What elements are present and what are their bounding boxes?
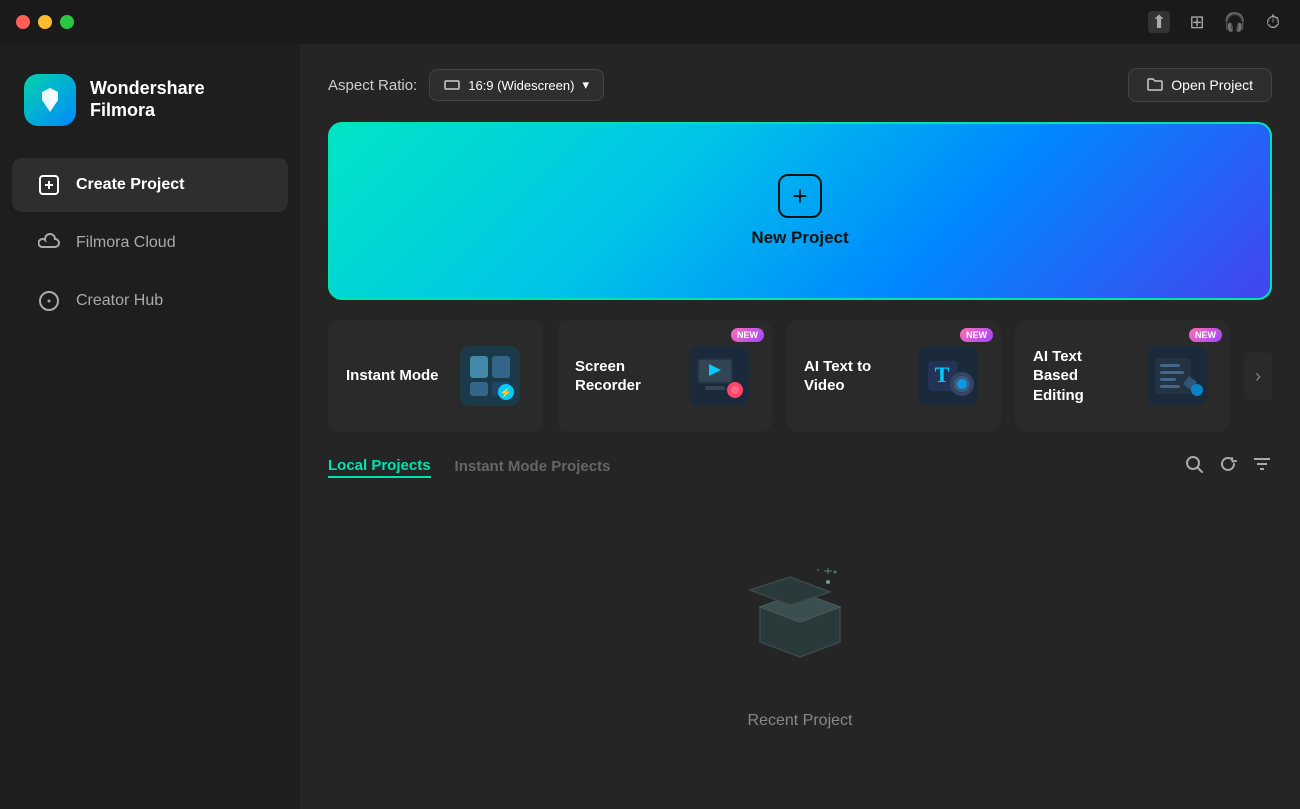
- sidebar-item-label-cloud: Filmora Cloud: [76, 234, 176, 252]
- settings-icon[interactable]: ⏱: [1262, 11, 1284, 33]
- main-layout: Wondershare Filmora Create Project Filmo…: [0, 44, 1300, 809]
- folder-icon: [1147, 77, 1163, 93]
- app-name-line1: Wondershare: [90, 78, 205, 100]
- feature-card-ai-text-to-video[interactable]: AI Text to Video T NEW: [786, 320, 1001, 432]
- main-content: Aspect Ratio: 16:9 (Widescreen) ▾ Open P…: [300, 44, 1300, 809]
- aspect-ratio-value: 16:9 (Widescreen): [468, 78, 574, 93]
- headphones-icon[interactable]: 🎧: [1224, 11, 1246, 33]
- compass-icon: [36, 288, 62, 314]
- empty-state-label: Recent Project: [748, 712, 853, 730]
- open-project-button[interactable]: Open Project: [1128, 68, 1272, 102]
- cloud-icon: [36, 230, 62, 256]
- empty-state: Recent Project: [328, 496, 1272, 785]
- tab-instant-mode-projects[interactable]: Instant Mode Projects: [455, 458, 611, 477]
- feature-card-ai-text-based-editing[interactable]: AI Text Based Editing NEW: [1015, 320, 1230, 432]
- ai-text-based-editing-icon: [1142, 341, 1212, 411]
- search-icon[interactable]: [1184, 454, 1204, 480]
- instant-mode-icon: ⚡: [455, 341, 525, 411]
- aspect-ratio-select[interactable]: 16:9 (Widescreen) ▾: [429, 69, 604, 101]
- close-button[interactable]: [16, 15, 30, 29]
- aspect-ratio-label: Aspect Ratio:: [328, 77, 417, 94]
- projects-header: Local Projects Instant Mode Projects: [328, 454, 1272, 480]
- screen-recorder-badge: NEW: [731, 328, 764, 342]
- plus-square-icon: [36, 172, 62, 198]
- svg-text:T: T: [935, 362, 950, 387]
- instant-mode-label: Instant Mode: [346, 366, 441, 386]
- window-controls: [16, 15, 74, 29]
- new-project-plus-icon: +: [778, 174, 822, 218]
- projects-actions: [1184, 454, 1272, 480]
- widescreen-icon: [444, 80, 460, 90]
- feature-card-instant-mode[interactable]: Instant Mode ⚡: [328, 320, 543, 432]
- screen-recorder-icon: [684, 341, 754, 411]
- sidebar-item-label-hub: Creator Hub: [76, 292, 163, 310]
- logo-text: Wondershare Filmora: [90, 78, 205, 121]
- aspect-ratio-area: Aspect Ratio: 16:9 (Widescreen) ▾: [328, 69, 604, 101]
- sidebar-item-label-create: Create Project: [76, 176, 185, 194]
- logo-area: Wondershare Filmora: [0, 64, 300, 156]
- titlebar-actions: ⬆ ⊞ 🎧 ⏱: [1148, 11, 1284, 33]
- sidebar-item-creator-hub[interactable]: Creator Hub: [12, 274, 288, 328]
- minimize-button[interactable]: [38, 15, 52, 29]
- ai-text-based-editing-badge: NEW: [1189, 328, 1222, 342]
- ai-text-to-video-label: AI Text to Video: [804, 357, 899, 396]
- ai-text-to-video-icon: T: [913, 341, 983, 411]
- projects-tabs: Local Projects Instant Mode Projects: [328, 457, 610, 478]
- grid-icon[interactable]: ⊞: [1186, 11, 1208, 33]
- refresh-icon[interactable]: [1218, 454, 1238, 480]
- top-bar: Aspect Ratio: 16:9 (Widescreen) ▾ Open P…: [328, 68, 1272, 102]
- sidebar: Wondershare Filmora Create Project Filmo…: [0, 44, 300, 809]
- tab-local-projects[interactable]: Local Projects: [328, 457, 431, 478]
- screen-recorder-label: Screen Recorder: [575, 357, 670, 396]
- upload-icon[interactable]: ⬆: [1148, 11, 1170, 33]
- sidebar-item-filmora-cloud[interactable]: Filmora Cloud: [12, 216, 288, 270]
- svg-text:⚡: ⚡: [500, 386, 512, 399]
- feature-card-screen-recorder[interactable]: Screen Recorder NEW: [557, 320, 772, 432]
- sidebar-item-create-project[interactable]: Create Project: [12, 158, 288, 212]
- filter-icon[interactable]: [1252, 454, 1272, 480]
- titlebar: ⬆ ⊞ 🎧 ⏱: [0, 0, 1300, 44]
- chevron-down-icon: ▾: [582, 77, 589, 93]
- new-project-label: New Project: [751, 228, 848, 248]
- app-logo: [24, 74, 76, 126]
- open-project-label: Open Project: [1171, 77, 1253, 93]
- ai-text-based-editing-label: AI Text Based Editing: [1033, 347, 1128, 406]
- cards-next-arrow[interactable]: ›: [1244, 352, 1272, 400]
- new-project-banner[interactable]: + New Project: [328, 122, 1272, 300]
- app-name-line2: Filmora: [90, 100, 205, 122]
- ai-text-to-video-badge: NEW: [960, 328, 993, 342]
- empty-box-icon: [740, 552, 860, 694]
- maximize-button[interactable]: [60, 15, 74, 29]
